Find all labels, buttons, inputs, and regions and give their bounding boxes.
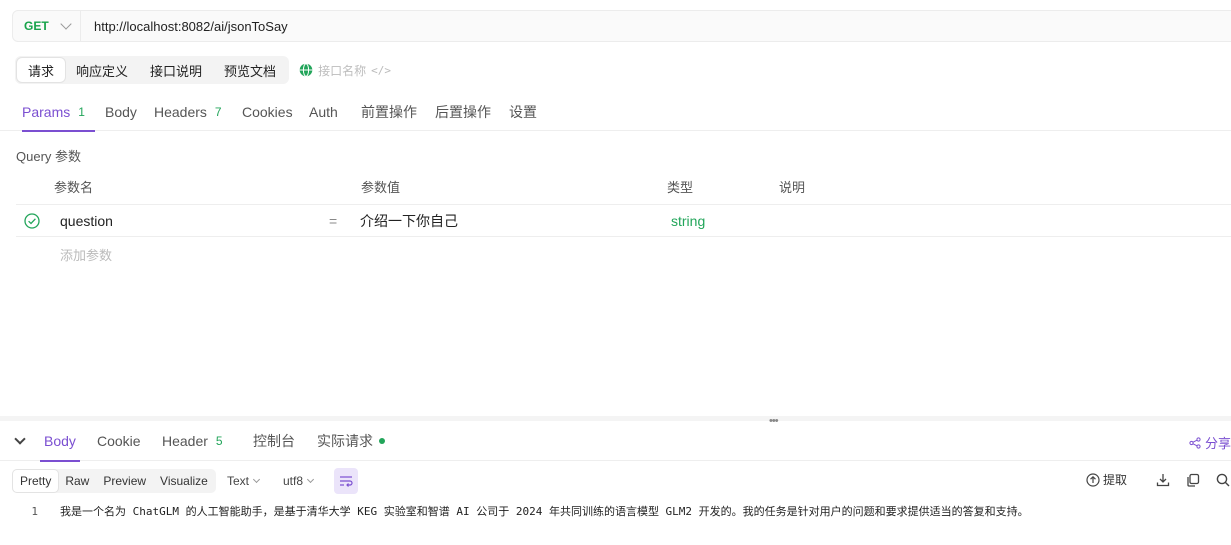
encoding-select[interactable]: utf8 — [283, 469, 315, 493]
wrap-lines-button[interactable] — [334, 468, 358, 494]
view-preview[interactable]: Preview — [96, 470, 153, 492]
tab-params-label: Params — [22, 103, 71, 120]
method-select[interactable]: GET — [13, 11, 81, 41]
response-tab-header[interactable]: Header 5 — [162, 421, 223, 461]
url-bar: GET http://localhost:8082/ai/jsonToSay — [12, 10, 1231, 42]
tab-headers-label: Headers — [154, 103, 207, 120]
tab-api-description[interactable]: 接口说明 — [139, 58, 213, 82]
tab-body-label: Body — [105, 103, 137, 120]
encoding-select-value: utf8 — [283, 474, 304, 488]
extract-icon — [1086, 472, 1100, 487]
response-tab-header-count: 5 — [215, 434, 223, 448]
column-type: 类型 — [667, 180, 694, 195]
format-select-value: Text — [227, 474, 250, 488]
params-tabs: Params 1 Body Headers 7 Cookies Auth 前置操… — [0, 92, 1231, 132]
view-pretty[interactable]: Pretty — [13, 470, 59, 492]
tab-response-definition[interactable]: 响应定义 — [65, 58, 139, 82]
params-table-header: 参数名 参数值 类型 说明 — [16, 172, 1231, 205]
tab-request[interactable]: 请求 — [17, 58, 66, 82]
response-body: 1 我是一个名为 ChatGLM 的人工智能助手，是基于清华大学 KEG 实验室… — [0, 502, 1231, 520]
tab-post-operations-label: 后置操作 — [435, 103, 491, 120]
chevron-down-icon — [252, 475, 261, 484]
tab-preview-docs[interactable]: 预览文档 — [213, 58, 287, 82]
response-text: 我是一个名为 ChatGLM 的人工智能助手，是基于清华大学 KEG 实验室和智… — [60, 505, 1029, 518]
share-button[interactable]: 分享 — [1189, 433, 1231, 452]
tab-settings-label: 设置 — [509, 103, 537, 120]
tab-post-operations[interactable]: 后置操作 — [435, 92, 491, 131]
param-type-select[interactable]: string — [671, 205, 705, 237]
response-actions: 提取 — [1086, 471, 1231, 488]
response-tab-body-label: Body — [44, 433, 76, 449]
tab-headers[interactable]: Headers 7 — [154, 92, 222, 131]
collapse-chevron-icon[interactable] — [14, 433, 26, 445]
tab-pre-operations-label: 前置操作 — [361, 103, 417, 120]
wrap-lines-icon — [340, 476, 353, 487]
chevron-down-icon — [60, 18, 72, 30]
column-param-name: 参数名 — [54, 180, 94, 195]
download-icon[interactable] — [1155, 472, 1171, 488]
column-description: 说明 — [779, 180, 806, 195]
response-toolbar: Pretty Raw Preview Visualize Text utf8 提… — [12, 468, 1231, 496]
copy-icon[interactable] — [1185, 472, 1201, 488]
tab-cookies[interactable]: Cookies — [242, 92, 293, 131]
table-row: question = 介绍一下你自己 string — [16, 205, 1231, 237]
api-name-input[interactable]: 接口名称 — [318, 62, 366, 79]
url-input[interactable]: http://localhost:8082/ai/jsonToSay — [81, 19, 288, 34]
response-tab-console-label: 控制台 — [253, 433, 295, 449]
add-param-input[interactable]: 添加参数 — [60, 245, 112, 264]
extract-button[interactable]: 提取 — [1086, 471, 1127, 488]
format-select[interactable]: Text — [227, 469, 261, 493]
response-tab-actual-request-label: 实际请求 — [317, 433, 373, 449]
response-tab-console[interactable]: 控制台 — [253, 421, 295, 461]
status-dot — [379, 438, 385, 444]
tab-cookies-label: Cookies — [242, 103, 293, 120]
tab-params[interactable]: Params 1 — [22, 92, 95, 132]
response-tab-cookie-label: Cookie — [97, 433, 141, 449]
response-tabs: Body Cookie Header 5 控制台 实际请求 分享 — [0, 421, 1231, 462]
tab-body[interactable]: Body — [105, 92, 137, 131]
code-icon[interactable]: </> — [371, 64, 391, 77]
chevron-down-icon — [306, 475, 315, 484]
param-name-input[interactable]: question — [60, 205, 113, 237]
check-circle-icon[interactable] — [24, 213, 40, 229]
response-tab-cookie[interactable]: Cookie — [97, 421, 141, 461]
response-tab-body[interactable]: Body — [40, 421, 80, 462]
tab-headers-count: 7 — [214, 104, 222, 119]
share-icon — [1189, 436, 1201, 449]
view-raw[interactable]: Raw — [58, 470, 96, 492]
param-value-input[interactable]: 介绍一下你自己 — [360, 205, 458, 237]
tab-auth-label: Auth — [309, 103, 338, 120]
view-visualize[interactable]: Visualize — [153, 470, 215, 492]
equals-sign: = — [329, 213, 338, 229]
tab-params-count: 1 — [78, 104, 85, 119]
globe-icon[interactable] — [299, 63, 313, 77]
response-tab-header-label: Header — [162, 433, 208, 449]
tab-pre-operations[interactable]: 前置操作 — [361, 92, 417, 131]
line-number: 1 — [31, 504, 38, 518]
view-mode-switch: Pretty Raw Preview Visualize — [12, 469, 216, 493]
query-params-label: Query 参数 — [16, 149, 82, 164]
method-label: GET — [24, 19, 49, 33]
tab-auth[interactable]: Auth — [309, 92, 338, 131]
request-tabs: 请求 响应定义 接口说明 预览文档 接口名称 </> — [15, 56, 391, 84]
response-tab-actual-request[interactable]: 实际请求 — [317, 421, 385, 461]
search-icon[interactable] — [1215, 472, 1231, 488]
column-param-value: 参数值 — [361, 180, 401, 195]
extract-label: 提取 — [1102, 473, 1127, 487]
share-label: 分享 — [1204, 436, 1231, 451]
tab-settings[interactable]: 设置 — [509, 92, 537, 131]
